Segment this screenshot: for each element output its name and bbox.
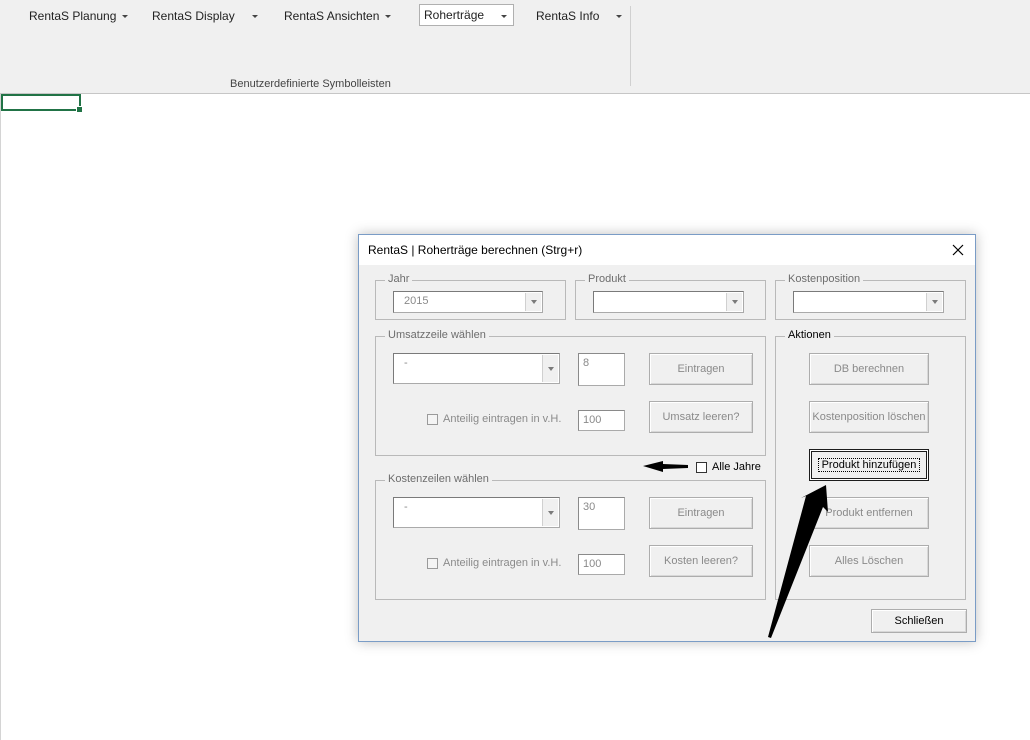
button-label: Schließen: [894, 615, 944, 627]
dialog-title: RentaS | Roherträge berechnen (Strg+r): [368, 243, 583, 257]
close-button[interactable]: [947, 239, 969, 261]
produkt-combo[interactable]: [593, 291, 744, 313]
jahr-frame: Jahr 2015: [375, 273, 566, 320]
umsatzzeile-label: Umsatzzeile wählen: [385, 329, 489, 341]
kostenposition-label: Kostenposition: [785, 273, 864, 285]
kostenposition-frame: Kostenposition: [775, 273, 966, 320]
menu-label: RentaS Info: [536, 9, 600, 23]
kostenzeilen-combo[interactable]: -: [393, 497, 560, 528]
alles-loeschen-button[interactable]: Alles Löschen: [809, 545, 929, 577]
umsatzzeile-combo[interactable]: -: [393, 353, 560, 384]
umsatz-number-field[interactable]: 8: [578, 353, 625, 386]
chevron-down-icon[interactable]: [542, 355, 558, 382]
dropdown-caret-icon: [251, 15, 258, 18]
button-label: Eintragen: [677, 507, 725, 519]
umsatzzeile-value: -: [404, 357, 408, 369]
kostenzeilen-label: Kostenzeilen wählen: [385, 473, 492, 485]
kosten-number-field[interactable]: 30: [578, 497, 625, 530]
sheet-left-border: [0, 94, 1, 740]
close-icon: [952, 244, 964, 256]
produkt-frame: Produkt: [575, 273, 766, 320]
produkt-hinzufuegen-button[interactable]: Produkt hinzufügen: [809, 449, 929, 481]
button-label: Eintragen: [677, 363, 725, 375]
jahr-label: Jahr: [385, 273, 413, 285]
jahr-combo[interactable]: 2015: [393, 291, 543, 313]
chevron-down-icon[interactable]: [926, 293, 942, 311]
checkbox-label: Alle Jahre: [712, 461, 761, 473]
jahr-value: 2015: [404, 295, 429, 307]
dialog-titlebar[interactable]: RentaS | Roherträge berechnen (Strg+r): [359, 235, 975, 265]
dropdown-caret-icon: [616, 15, 623, 18]
button-label: Alles Löschen: [834, 555, 904, 567]
aktionen-label: Aktionen: [785, 329, 834, 341]
menu-rentas-display[interactable]: RentaS Display: [152, 7, 258, 25]
ribbon-group-separator: [630, 6, 631, 86]
button-label: DB berechnen: [833, 363, 905, 375]
umsatz-anteilig-checkbox[interactable]: Anteilig eintragen in v.H.: [427, 413, 561, 425]
kosten-leeren-button[interactable]: Kosten leeren?: [649, 545, 753, 577]
selected-cell[interactable]: [1, 94, 83, 113]
ribbon: RentaS Planung RentaS Display RentaS Ans…: [0, 0, 1030, 94]
checkbox-box[interactable]: [696, 461, 707, 473]
ribbon-group-label: Benutzerdefinierte Symbolleisten: [230, 78, 391, 90]
kosten-percent-field[interactable]: 100: [578, 554, 625, 575]
umsatz-leeren-button[interactable]: Umsatz leeren?: [649, 401, 753, 433]
button-label: Kosten leeren?: [664, 555, 738, 567]
chevron-down-icon[interactable]: [525, 293, 541, 311]
produkt-label: Produkt: [585, 273, 629, 285]
menu-label: RentaS Ansichten: [284, 9, 380, 23]
checkbox-label: Anteilig eintragen in v.H.: [443, 413, 562, 425]
alle-jahre-checkbox[interactable]: Alle Jahre: [696, 461, 761, 473]
ribbon-view-combo[interactable]: Roherträge: [419, 4, 514, 26]
button-label: Produkt hinzufügen: [817, 458, 921, 472]
kostenposition-loeschen-button[interactable]: Kostenposition löschen: [809, 401, 929, 433]
db-berechnen-button[interactable]: DB berechnen: [809, 353, 929, 385]
menu-label: RentaS Planung: [29, 9, 117, 23]
menu-rentas-info[interactable]: RentaS Info: [536, 7, 623, 25]
button-label: Kostenposition löschen: [812, 411, 926, 423]
button-label: Umsatz leeren?: [662, 411, 740, 423]
menu-label: RentaS Display: [152, 9, 235, 23]
chevron-down-icon[interactable]: [726, 293, 742, 311]
menu-rentas-ansichten[interactable]: RentaS Ansichten: [284, 7, 392, 25]
dropdown-caret-icon: [385, 15, 392, 18]
checkbox-box[interactable]: [427, 557, 438, 569]
produkt-entfernen-button[interactable]: Produkt entfernen: [809, 497, 929, 529]
dropdown-caret-icon: [122, 15, 129, 18]
umsatzzeile-frame: Umsatzzeile wählen - 8 Eintragen Anteili…: [375, 329, 766, 456]
schliessen-button[interactable]: Schließen: [871, 609, 967, 633]
checkbox-label: Anteilig eintragen in v.H.: [443, 557, 562, 569]
aktionen-frame: Aktionen DB berechnen Kostenposition lös…: [775, 329, 966, 600]
menu-rentas-planung[interactable]: RentaS Planung: [29, 7, 129, 25]
ribbon-combo-value: Roherträge: [424, 8, 485, 22]
chevron-down-icon[interactable]: [542, 499, 558, 526]
button-label: Produkt entfernen: [825, 507, 913, 519]
kosten-eintragen-button[interactable]: Eintragen: [649, 497, 753, 529]
kostenposition-combo[interactable]: [793, 291, 944, 313]
dropdown-caret-icon: [501, 15, 507, 18]
umsatz-eintragen-button[interactable]: Eintragen: [649, 353, 753, 385]
umsatz-percent-field[interactable]: 100: [578, 410, 625, 431]
kostenzeilen-value: -: [404, 501, 408, 513]
kostenzeilen-frame: Kostenzeilen wählen - 30 Eintragen Antei…: [375, 473, 766, 600]
roherträge-dialog: RentaS | Roherträge berechnen (Strg+r) J…: [358, 234, 976, 642]
checkbox-box[interactable]: [427, 413, 438, 425]
kosten-anteilig-checkbox[interactable]: Anteilig eintragen in v.H.: [427, 557, 561, 569]
